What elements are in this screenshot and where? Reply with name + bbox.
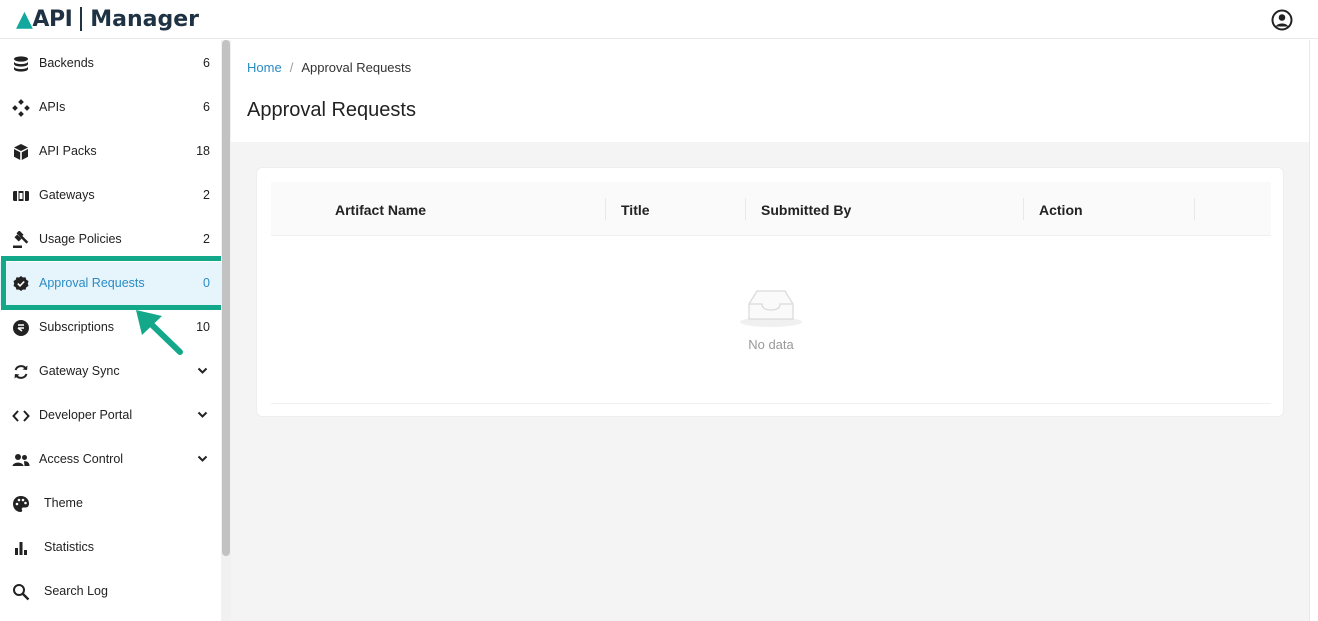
chevron-down-icon <box>197 411 208 418</box>
sidebar-item-label: Gateway Sync <box>39 364 120 378</box>
sidebar-scrollbar[interactable] <box>222 40 230 556</box>
sidebar-item-label: Theme <box>44 496 83 510</box>
sidebar-item-count: 6 <box>203 100 210 114</box>
sidebar-item-count: 0 <box>203 276 210 290</box>
right-gutter <box>1309 40 1318 621</box>
column-divider <box>1023 198 1024 220</box>
sidebar-item-statistics[interactable]: Statistics <box>0 526 221 570</box>
palette-icon <box>13 496 29 512</box>
sidebar-item-approval-requests[interactable]: Approval Requests 0 <box>0 262 221 306</box>
table-bottom-border <box>271 403 1271 404</box>
main-content: Home / Approval Requests Approval Requests… <box>231 40 1309 621</box>
column-header-artifact-name: Artifact Name <box>335 202 427 218</box>
sidebar-item-count: 2 <box>203 232 210 246</box>
sidebar-item-developer-portal[interactable]: Developer Portal <box>0 394 221 438</box>
sync-icon <box>14 365 28 379</box>
sidebar-item-label: APIs <box>39 100 66 114</box>
sidebar-item-api-packs[interactable]: API Packs 18 <box>0 130 221 174</box>
people-icon <box>12 454 30 466</box>
sidebar-item-count: 10 <box>196 320 210 334</box>
database-icon <box>14 56 28 72</box>
approval-requests-table-card: Artifact Name Title Submitted By Action … <box>256 167 1284 417</box>
sidebar-item-label: Gateways <box>39 188 95 202</box>
sidebar-item-gateways[interactable]: Gateways 2 <box>0 174 221 218</box>
empty-inbox-icon <box>740 290 802 327</box>
sidebar-item-label: Statistics <box>44 540 95 554</box>
sidebar-item-backends[interactable]: Backends 6 <box>0 42 221 86</box>
user-account-icon[interactable] <box>1271 9 1293 31</box>
verified-badge-icon <box>13 276 29 291</box>
empty-state-text: No data <box>748 337 794 352</box>
package-icon <box>14 144 28 160</box>
sidebar-item-count: 2 <box>203 188 210 202</box>
sidebar: Backends 6 APIs 6 API Packs 18 Gateways … <box>0 40 221 621</box>
subscription-icon <box>13 320 29 336</box>
api-manager-logo[interactable]: ▲API Manager <box>16 5 199 33</box>
sidebar-item-label: Search Log <box>44 584 108 598</box>
sidebar-item-label: Access Control <box>39 452 124 466</box>
gavel-icon <box>13 231 29 248</box>
sidebar-item-subscriptions[interactable]: Subscriptions 10 <box>0 306 221 350</box>
column-header-submitted-by: Submitted By <box>761 202 852 218</box>
breadcrumb-current: Approval Requests <box>301 60 412 75</box>
sidebar-item-access-control[interactable]: Access Control <box>0 438 221 482</box>
gateway-icon <box>13 191 29 201</box>
chevron-down-icon <box>197 455 208 462</box>
sidebar-item-gateway-sync[interactable]: Gateway Sync <box>0 350 221 394</box>
sidebar-item-apis[interactable]: APIs 6 <box>0 86 221 130</box>
logo-api-text: ▲API <box>16 6 73 32</box>
breadcrumb-home-link[interactable]: Home <box>247 60 282 75</box>
sidebar-item-label: Usage Policies <box>39 232 122 246</box>
sidebar-item-label: Developer Portal <box>39 408 133 422</box>
sidebar-item-usage-policies[interactable]: Usage Policies 2 <box>0 218 221 262</box>
column-header-title: Title <box>621 202 650 218</box>
page-header: Home / Approval Requests Approval Requests <box>231 40 1309 142</box>
column-divider <box>745 198 746 220</box>
column-divider <box>1194 198 1195 220</box>
column-divider <box>605 198 606 220</box>
table-header: Artifact Name Title Submitted By Action <box>271 182 1271 236</box>
code-icon <box>12 410 30 422</box>
sidebar-item-label: API Packs <box>39 144 97 158</box>
sidebar-item-count: 6 <box>203 56 210 70</box>
chevron-down-icon <box>197 367 208 374</box>
page-title: Approval Requests <box>247 99 416 121</box>
sidebar-item-theme[interactable]: Theme <box>0 482 221 526</box>
breadcrumb-separator: / <box>289 60 294 75</box>
column-header-action: Action <box>1039 202 1083 218</box>
search-icon <box>13 584 30 601</box>
sidebar-item-label: Approval Requests <box>39 276 145 290</box>
api-diamond-icon <box>12 99 30 117</box>
sidebar-item-search-log[interactable]: Search Log <box>0 570 221 614</box>
logo-manager-text: Manager <box>90 6 200 32</box>
logo-separator <box>80 7 83 31</box>
sidebar-item-count: 18 <box>196 144 210 158</box>
breadcrumb: Home / Approval Requests <box>247 60 411 75</box>
sidebar-item-label: Subscriptions <box>39 320 115 334</box>
bar-chart-icon <box>15 542 27 555</box>
top-header: ▲API Manager <box>0 0 1318 39</box>
sidebar-item-label: Backends <box>39 56 94 70</box>
